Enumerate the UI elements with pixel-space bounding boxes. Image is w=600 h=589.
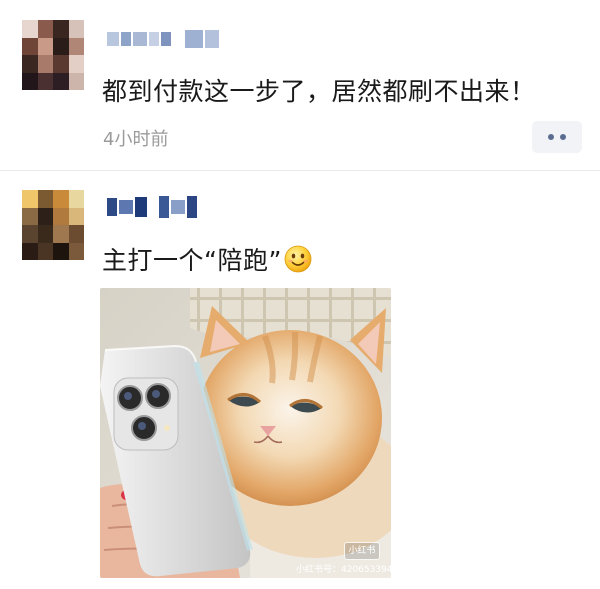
watermark-id: 小红书号：420653394 (296, 565, 391, 575)
more-icon (548, 134, 566, 140)
comment-text: 都到付款这一步了，居然都刷不出来！ (102, 77, 536, 106)
watermark-badge: 小红书 (344, 542, 380, 560)
avatar[interactable] (22, 20, 84, 90)
cat-with-phone-photo[interactable]: 小红书 小红书号：420653394 (100, 288, 391, 578)
author-name[interactable] (107, 25, 221, 53)
divider (0, 170, 600, 171)
emoji-smile-icon (284, 245, 312, 279)
more-button[interactable] (532, 121, 582, 153)
comment-time: 4小时前 (103, 129, 169, 150)
avatar[interactable] (22, 190, 84, 260)
author-name[interactable] (107, 193, 199, 221)
comment-text: 主打一个“陪跑” (102, 241, 312, 279)
